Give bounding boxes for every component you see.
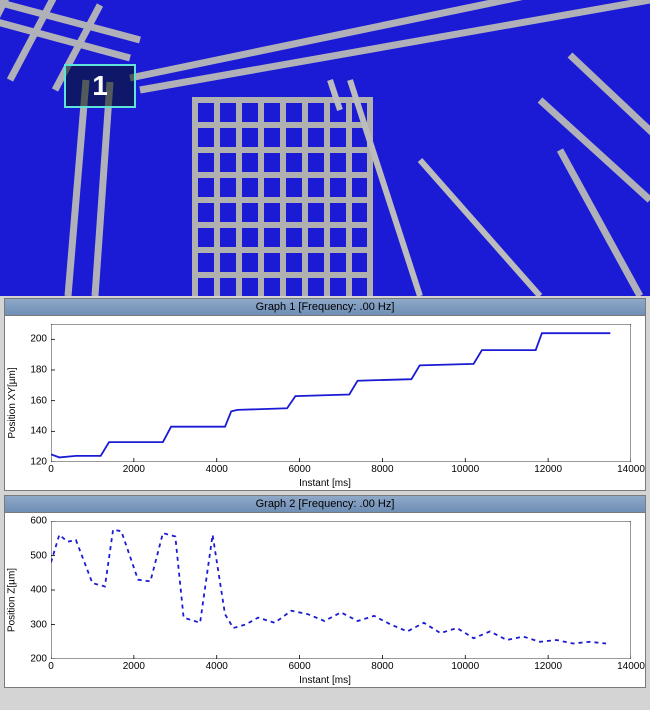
xtick: 6000 (288, 464, 310, 475)
scene-geometry (0, 0, 650, 296)
ytick: 300 (25, 619, 47, 630)
xtick: 4000 (206, 464, 228, 475)
graph-2-xlabel: Instant [ms] (299, 675, 351, 686)
ytick: 120 (25, 457, 47, 468)
ytick: 200 (25, 654, 47, 665)
xtick: 10000 (451, 661, 479, 672)
xtick: 12000 (534, 464, 562, 475)
graph-1-panel: Graph 1 [Frequency: .00 Hz] Position XY[… (4, 298, 646, 491)
xtick: 2000 (123, 661, 145, 672)
ytick: 160 (25, 395, 47, 406)
graph-2-ylabel: Position Z[µm] (7, 568, 18, 632)
graph-1-xticks: 02000400060008000100001200014000 (51, 464, 631, 476)
graph-2-plot[interactable]: Position Z[µm] 200 300 400 500 600 0 2000 4000… (5, 513, 645, 687)
graph-2-yticks: 200300400500600 (27, 521, 49, 659)
ytick: 200 (25, 334, 47, 345)
graph-2-title: Graph 2 [Frequency: .00 Hz] (5, 496, 645, 513)
graph-1-ylabel: Position XY[µm] (7, 367, 18, 438)
xtick: 12000 (534, 661, 562, 672)
xtick: 0 (48, 661, 54, 672)
xtick: 8000 (371, 661, 393, 672)
graph-1-title: Graph 1 [Frequency: .00 Hz] (5, 299, 645, 316)
xtick: 2000 (123, 464, 145, 475)
image-viewport[interactable]: 1 (0, 0, 650, 296)
xtick: 8000 (371, 464, 393, 475)
tracking-marker-1[interactable]: 1 (64, 64, 136, 108)
xtick: 10000 (451, 464, 479, 475)
xtick: 0 (48, 464, 54, 475)
graph-1-xlabel: Instant [ms] (299, 478, 351, 489)
graph-1-plot[interactable]: Position XY[µm] 120 140 160 180 200 0 2000 400… (5, 316, 645, 490)
xtick: 14000 (617, 464, 645, 475)
ytick: 140 (25, 426, 47, 437)
xtick: 4000 (206, 661, 228, 672)
graph-2-panel: Graph 2 [Frequency: .00 Hz] Position Z[µ… (4, 495, 646, 688)
marker-label: 1 (92, 70, 108, 102)
graph-2-axes (51, 521, 631, 659)
ytick: 180 (25, 365, 47, 376)
xtick: 14000 (617, 661, 645, 672)
xtick: 6000 (288, 661, 310, 672)
graph-1-yticks: 120140160180200 (27, 324, 49, 462)
ytick: 600 (25, 516, 47, 527)
ytick: 500 (25, 550, 47, 561)
ytick: 400 (25, 585, 47, 596)
graph-1-axes (51, 324, 631, 462)
graph-2-xticks: 02000400060008000100001200014000 (51, 661, 631, 673)
